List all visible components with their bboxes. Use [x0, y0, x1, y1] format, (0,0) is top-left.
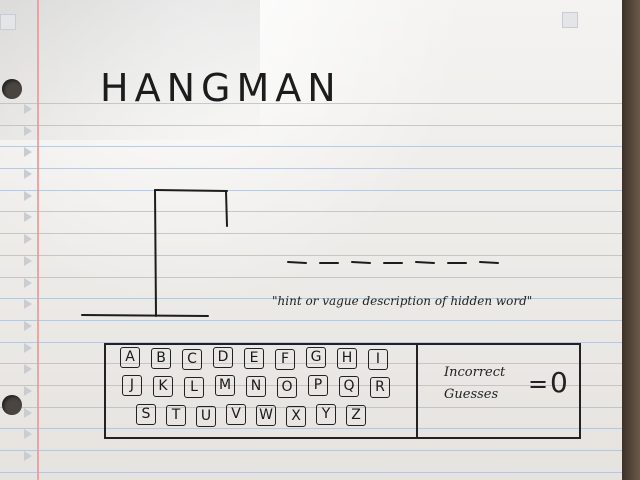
word-blanks: [287, 261, 499, 264]
letter-blank: [287, 261, 307, 264]
key-o[interactable]: O: [277, 377, 297, 398]
key-j[interactable]: J: [122, 375, 142, 396]
incorrect-guesses-label: Incorrect Guesses: [444, 362, 528, 406]
incorrect-guesses-count: 0: [550, 366, 568, 399]
key-c[interactable]: C: [182, 349, 202, 370]
key-s[interactable]: S: [136, 404, 156, 425]
incorrect-label-line2: Guesses: [444, 387, 499, 402]
key-e[interactable]: E: [244, 348, 264, 369]
letter-blank: [415, 261, 435, 264]
key-r[interactable]: R: [370, 377, 390, 398]
desk-edge: [622, 0, 640, 480]
key-y[interactable]: Y: [316, 404, 336, 425]
gallows-rope: [225, 190, 228, 227]
hint-text: "hint or vague description of hidden wor…: [272, 294, 533, 308]
key-u[interactable]: U: [196, 406, 216, 427]
key-x[interactable]: X: [286, 406, 306, 427]
key-k[interactable]: K: [153, 376, 173, 397]
key-a[interactable]: A: [120, 347, 140, 368]
incorrect-label-line1: Incorrect: [444, 365, 506, 380]
key-q[interactable]: Q: [339, 376, 359, 397]
key-w[interactable]: W: [256, 405, 276, 426]
key-f[interactable]: F: [275, 349, 295, 370]
key-i[interactable]: I: [368, 349, 388, 370]
equals-sign: =: [528, 370, 549, 398]
notebook-paper: HANGMAN "hint or vague description of hi…: [0, 0, 622, 480]
key-n[interactable]: N: [246, 376, 266, 397]
key-h[interactable]: H: [337, 348, 357, 369]
key-l[interactable]: L: [184, 377, 204, 398]
key-d[interactable]: D: [213, 347, 233, 368]
key-z[interactable]: Z: [346, 405, 366, 426]
key-m[interactable]: M: [215, 375, 235, 396]
letter-blank: [479, 261, 499, 264]
gallows-base: [81, 314, 209, 317]
key-v[interactable]: V: [226, 404, 246, 425]
gallows-post: [154, 189, 157, 317]
letter-blank: [351, 261, 371, 264]
key-p[interactable]: P: [308, 375, 328, 396]
key-t[interactable]: T: [166, 405, 186, 426]
key-b[interactable]: B: [151, 348, 171, 369]
gallows-beam: [154, 189, 228, 192]
key-g[interactable]: G: [306, 347, 326, 368]
